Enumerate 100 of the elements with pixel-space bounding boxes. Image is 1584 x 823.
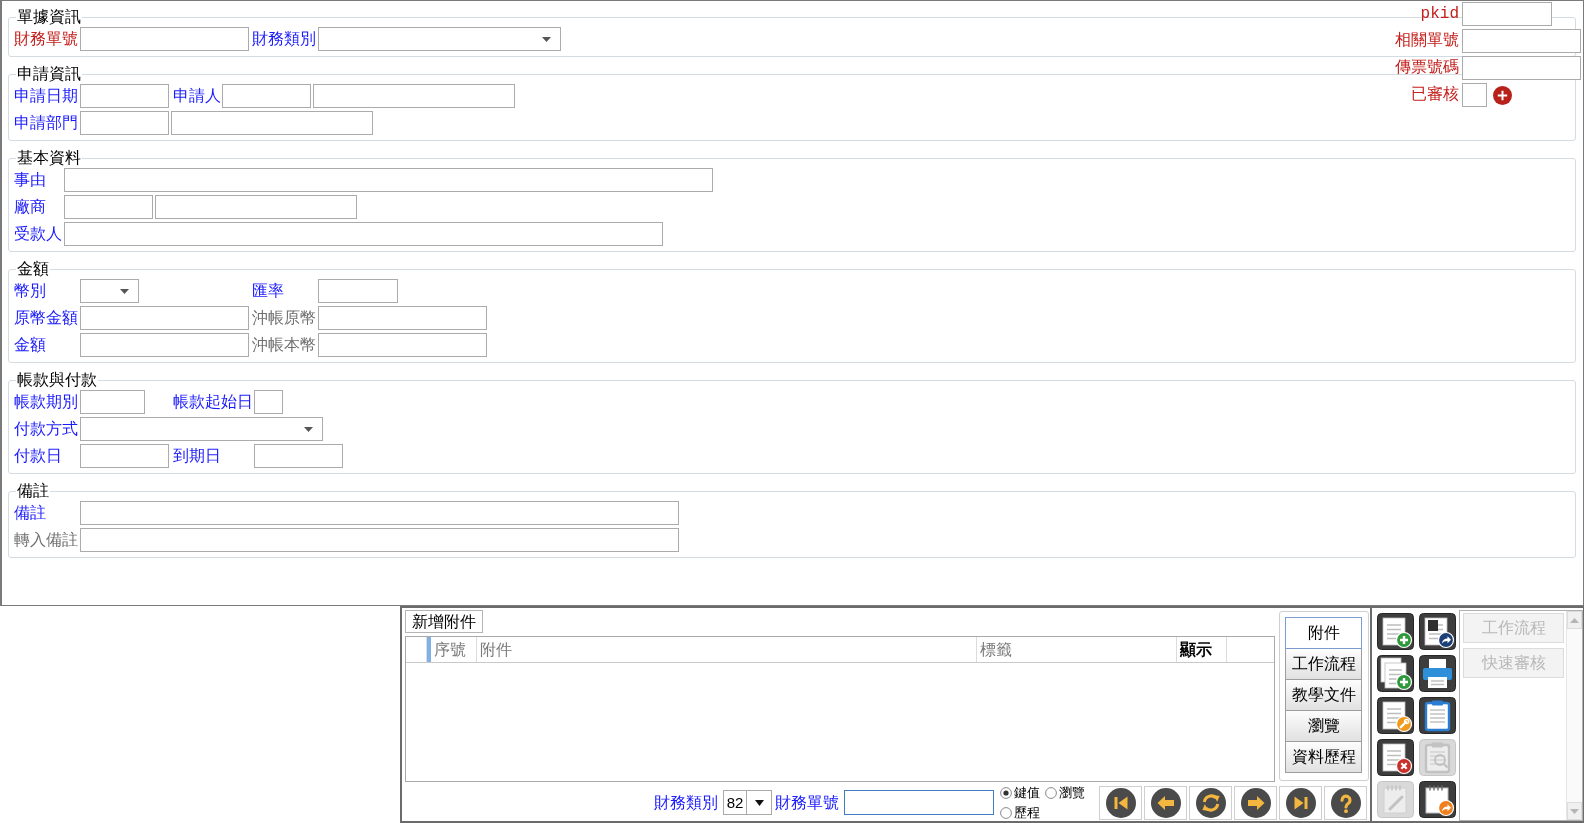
section-title: 申請資訊	[16, 64, 82, 84]
field-label: 到期日	[173, 447, 221, 464]
column-header[interactable]: 顯示	[1177, 637, 1227, 662]
text-field[interactable]	[254, 390, 283, 414]
side-tab[interactable]: 瀏覽	[1285, 710, 1362, 742]
caret-up-icon	[1570, 617, 1579, 623]
text-field[interactable]	[80, 84, 169, 108]
text-field[interactable]	[80, 501, 679, 525]
field-label: 受款人	[14, 225, 62, 242]
field-label: 金額	[14, 336, 46, 353]
add-attachment-button[interactable]: 新增附件	[405, 610, 483, 633]
field-label: 付款日	[14, 447, 62, 464]
document-plus-icon[interactable]	[1377, 613, 1414, 650]
column-header[interactable]: 標籤	[977, 637, 1177, 662]
field-label: 帳款起始日	[173, 393, 253, 410]
refresh-button[interactable]	[1189, 785, 1232, 820]
scrollbar[interactable]	[1566, 611, 1582, 820]
arrow-left-icon	[1150, 787, 1181, 818]
scroll-down-button[interactable]	[1567, 802, 1582, 820]
text-field[interactable]	[222, 84, 311, 108]
radio-icon[interactable]	[1045, 786, 1057, 799]
skip-back-icon	[1105, 787, 1136, 818]
radio-icon[interactable]	[1000, 806, 1012, 819]
text-field[interactable]	[313, 84, 515, 108]
text-field[interactable]	[80, 27, 249, 51]
text-field[interactable]	[80, 528, 679, 552]
previous-record-button[interactable]	[1144, 785, 1187, 820]
arrow-right-icon	[1240, 787, 1271, 818]
caret-down-icon	[754, 799, 764, 806]
field-label: pkid	[1420, 4, 1459, 25]
field-label: 申請日期	[14, 87, 78, 104]
first-record-button[interactable]	[1099, 785, 1142, 820]
next-record-button[interactable]	[1234, 785, 1277, 820]
text-field[interactable]	[80, 390, 145, 414]
text-field[interactable]	[64, 195, 153, 219]
text-field[interactable]	[80, 444, 169, 468]
side-tab[interactable]: 附件	[1285, 617, 1362, 649]
text-field[interactable]	[80, 111, 169, 135]
field-label: 相關單號	[1395, 31, 1459, 52]
text-field[interactable]	[155, 195, 357, 219]
help-icon	[1330, 787, 1361, 818]
radio-option[interactable]: 鍵值	[1000, 782, 1045, 803]
field-label: 申請人	[173, 87, 221, 104]
field-label: 財務類別	[252, 30, 316, 47]
text-field[interactable]	[80, 306, 249, 330]
caret-down-icon	[1570, 808, 1579, 814]
field-label: 財務單號	[14, 30, 78, 47]
section-title: 單據資訊	[16, 7, 82, 27]
documents-plus-icon[interactable]	[1377, 655, 1414, 692]
dropdown-field[interactable]	[318, 27, 561, 51]
field-label: 備註	[14, 504, 46, 521]
field-label: 廠商	[14, 198, 46, 215]
field-label: 事由	[14, 171, 46, 188]
column-header[interactable]: 序號	[427, 637, 477, 662]
text-field[interactable]	[318, 279, 398, 303]
dropdown-field[interactable]: 82	[723, 790, 772, 815]
section-title: 帳款與付款	[16, 370, 98, 390]
text-field[interactable]	[64, 168, 713, 192]
radio-option[interactable]: 瀏覽	[1045, 782, 1093, 803]
text-field[interactable]	[1462, 2, 1552, 26]
dropdown-field[interactable]	[80, 279, 139, 303]
caret-down-icon	[304, 426, 313, 432]
scroll-up-button[interactable]	[1567, 611, 1582, 629]
text-field[interactable]	[1462, 29, 1581, 53]
radio-icon[interactable]	[1000, 786, 1012, 799]
side-tab[interactable]: 工作流程	[1285, 648, 1362, 680]
text-field[interactable]	[64, 222, 663, 246]
field-label: 付款方式	[14, 420, 78, 437]
text-field[interactable]	[844, 790, 994, 815]
text-field[interactable]	[318, 333, 487, 357]
text-field[interactable]	[1462, 56, 1581, 80]
caret-down-icon	[120, 288, 129, 294]
side-tab[interactable]: 資料歷程	[1285, 741, 1362, 773]
field-label: 帳款期別	[14, 393, 78, 410]
printer-icon[interactable]	[1419, 655, 1456, 692]
field-label: 轉入備註	[14, 531, 78, 548]
text-field[interactable]	[318, 306, 487, 330]
radio-option[interactable]: 歷程	[1000, 802, 1045, 823]
field-label: 財務類別	[654, 792, 718, 813]
text-field[interactable]	[254, 444, 343, 468]
field-label: 已審核	[1411, 84, 1459, 106]
last-record-button[interactable]	[1279, 785, 1322, 820]
field-label: 傳票號碼	[1395, 58, 1459, 79]
help-button[interactable]	[1324, 785, 1367, 820]
text-field[interactable]	[80, 333, 249, 357]
text-field[interactable]	[1462, 83, 1487, 107]
field-label: 沖帳本幣	[252, 336, 316, 353]
dropdown-field[interactable]	[80, 417, 323, 441]
field-label: 原幣金額	[14, 309, 78, 326]
field-label: 匯率	[252, 282, 284, 299]
text-field[interactable]	[171, 111, 373, 135]
clipboard-icon[interactable]	[1419, 697, 1456, 734]
document-wrench-icon[interactable]	[1377, 697, 1414, 734]
side-tab[interactable]: 教學文件	[1285, 679, 1362, 711]
plus-circle-icon[interactable]	[1493, 85, 1512, 105]
section-title: 備註	[16, 481, 50, 501]
skip-forward-icon	[1285, 787, 1316, 818]
column-header[interactable]: 附件	[477, 637, 977, 662]
document-x-icon[interactable]	[1377, 739, 1414, 776]
field-label: 沖帳原幣	[252, 309, 316, 326]
